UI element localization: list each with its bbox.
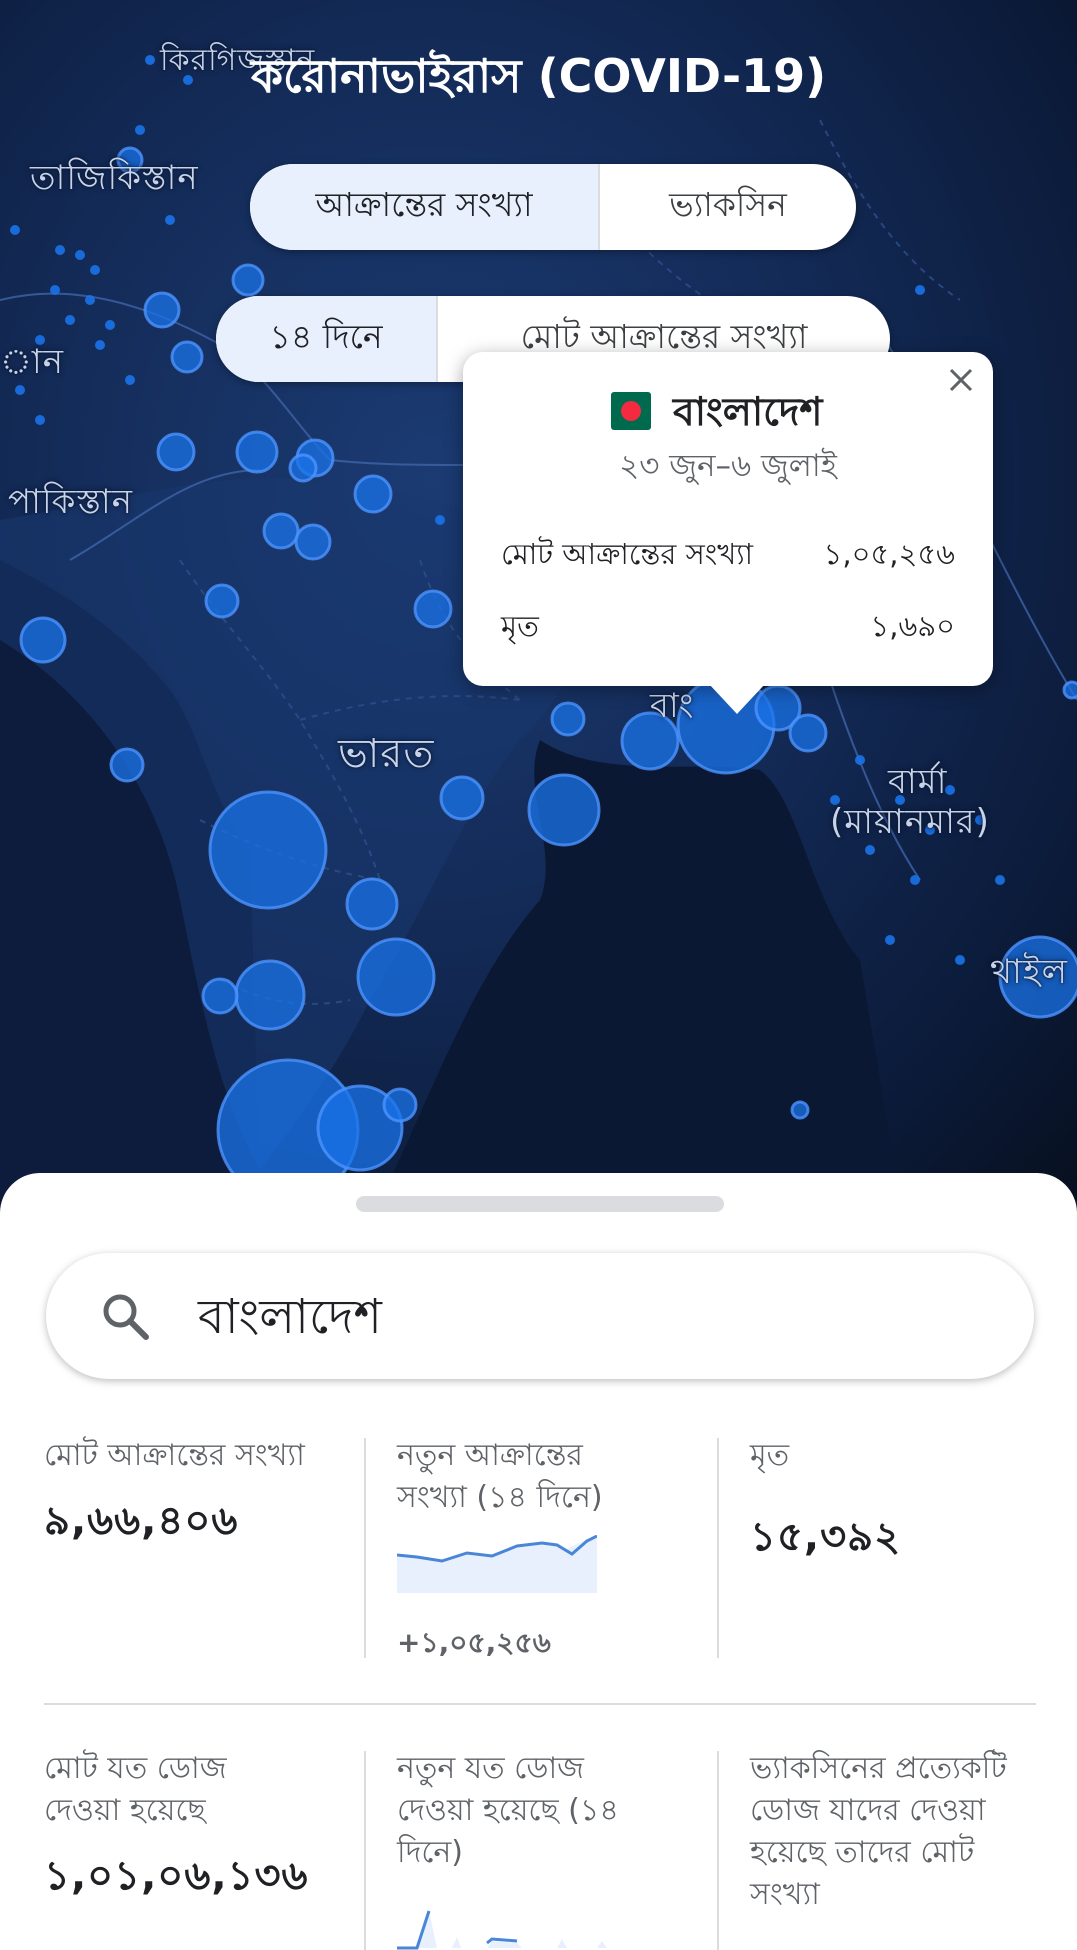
bangladesh-flag-icon (611, 392, 651, 430)
bubble[interactable] (288, 453, 318, 483)
stat-value: ১৫,৩৯২ (750, 1514, 902, 1560)
label-india: ভারত (338, 731, 435, 777)
bubble[interactable] (19, 616, 67, 664)
bubble[interactable] (294, 523, 332, 561)
tooltip-row-deaths: মৃত ১,৬৯০ (501, 604, 955, 653)
new-cases-sparkline (397, 1535, 597, 1593)
bubble[interactable] (143, 291, 181, 329)
bubble[interactable] (353, 474, 393, 514)
stat-label: মোট আক্রান্তের সংখ্যা (44, 1438, 305, 1473)
tooltip-row-value: ১,০৫,২৫৬ (823, 537, 955, 571)
tooltip-row-cases: মোট আক্রান্তের সংখ্যা ১,০৫,২৫৬ (501, 532, 955, 581)
stat-deaths: মৃত ১৫,৩৯২ (750, 1435, 1040, 1572)
tab-cases[interactable]: আক্রান্তের সংখ্যা (250, 164, 598, 250)
stat-label-line1: নতুন যত ডোজ (397, 1751, 584, 1786)
tooltip-row-label: মৃত (501, 609, 539, 643)
tooltip-country: বাংলাদেশ (673, 390, 823, 435)
stat-new-doses: নতুন যত ডোজ দেওয়া হয়েছে (১৪ দিনে) (397, 1748, 697, 1874)
bubble[interactable] (550, 701, 586, 737)
stat-label-line3: দিনে) (397, 1835, 464, 1870)
bubble[interactable] (109, 747, 145, 783)
bubble[interactable] (356, 937, 436, 1017)
bubble[interactable] (1062, 680, 1077, 700)
stat-label-line3: হয়েছে তাদের মোট (750, 1835, 975, 1870)
stat-value: ১,০১,০৬,১৩৬ (44, 1853, 309, 1899)
bubble[interactable] (345, 877, 399, 931)
new-doses-sparkline (397, 1910, 607, 1950)
bubble[interactable] (382, 1087, 418, 1123)
label-partial-left: ান (0, 342, 64, 382)
tooltip-row-value: ১,৬৯০ (870, 609, 955, 643)
divider (717, 1751, 719, 1950)
bubble[interactable] (234, 959, 306, 1031)
stat-fully-vaccinated: ভ্যাকসিনের প্রত্যেকটি ডোজ যাদের দেওয়া হ… (750, 1748, 1050, 1916)
bottom-sheet: বাংলাদেশ মোট আক্রান্তের সংখ্যা ৯,৬৬,৪০৬ … (0, 1173, 1077, 1950)
tooltip-date-range: ২৩ জুন–৬ জুলাই (619, 448, 837, 484)
stat-new-cases: নতুন আক্রান্তের সংখ্যা (১৪ দিনে) (397, 1435, 697, 1519)
drag-handle[interactable] (356, 1196, 724, 1212)
close-icon[interactable] (939, 358, 983, 402)
bubble[interactable] (439, 775, 485, 821)
metric-toggle: আক্রান্তের সংখ্যা ভ্যাকসিন (250, 164, 856, 250)
divider (364, 1438, 366, 1658)
search-bar[interactable]: বাংলাদেশ (46, 1253, 1034, 1379)
stat-label: মৃত (750, 1438, 790, 1473)
divider (717, 1438, 719, 1658)
bubble[interactable] (788, 713, 828, 753)
tab-14-days[interactable]: ১৪ দিনে (216, 296, 436, 382)
stat-label-line1: নতুন আক্রান্তের (397, 1438, 583, 1473)
stat-label-line1: ভ্যাকসিনের প্রত্যেকটি (750, 1751, 1007, 1786)
tab-vaccines[interactable]: ভ্যাকসিন (598, 164, 856, 250)
country-tooltip: বাংলাদেশ ২৩ জুন–৬ জুলাই মোট আক্রান্তের স… (463, 352, 993, 714)
bubble[interactable] (790, 1100, 810, 1120)
bubble[interactable] (170, 340, 204, 374)
stat-value: ৯,৬৬,৪০৬ (44, 1498, 239, 1544)
stat-label-line2: ডোজ যাদের দেওয়া (750, 1793, 986, 1828)
stat-total-cases: মোট আক্রান্তের সংখ্যা ৯,৬৬,৪০৬ (44, 1435, 344, 1556)
bubble[interactable] (262, 512, 300, 550)
bubble[interactable] (527, 773, 601, 847)
label-thailand: থাইল (990, 952, 1068, 992)
bubble[interactable] (413, 589, 453, 629)
label-bangladesh-partial: বাং (650, 686, 695, 726)
label-tajikistan: তাজিকিস্তান (30, 158, 199, 198)
page-title: করোনাভাইরাস (COVID-19) (250, 49, 827, 103)
divider (364, 1751, 366, 1950)
bubble[interactable] (201, 977, 239, 1015)
stat-label-line4: সংখ্যা (750, 1877, 820, 1912)
bubble[interactable] (208, 790, 328, 910)
label-pakistan: পাকিস্তান (8, 482, 134, 522)
section-divider (44, 1703, 1036, 1705)
stat-label-line1: মোট যত ডোজ (44, 1751, 227, 1786)
stat-label-line2: দেওয়া হয়েছে (১৪ (397, 1793, 619, 1828)
bubble[interactable] (231, 263, 265, 297)
stat-label-line2: দেওয়া হয়েছে (44, 1793, 206, 1828)
bubble[interactable] (204, 583, 240, 619)
label-myanmar: (মায়ানমার) (830, 802, 990, 842)
search-input[interactable]: বাংলাদেশ (198, 1281, 382, 1360)
bubble[interactable] (156, 432, 196, 472)
stat-label-line2: সংখ্যা (১৪ দিনে) (397, 1480, 603, 1515)
search-icon (103, 1294, 149, 1340)
tooltip-row-label: মোট আক্রান্তের সংখ্যা (501, 537, 754, 571)
stat-total-doses: মোট যত ডোজ দেওয়া হয়েছে ১,০১,০৬,১৩৬ (44, 1748, 344, 1911)
new-cases-delta: +১,০৫,২৫৬ (397, 1626, 551, 1659)
bubble[interactable] (235, 430, 279, 474)
